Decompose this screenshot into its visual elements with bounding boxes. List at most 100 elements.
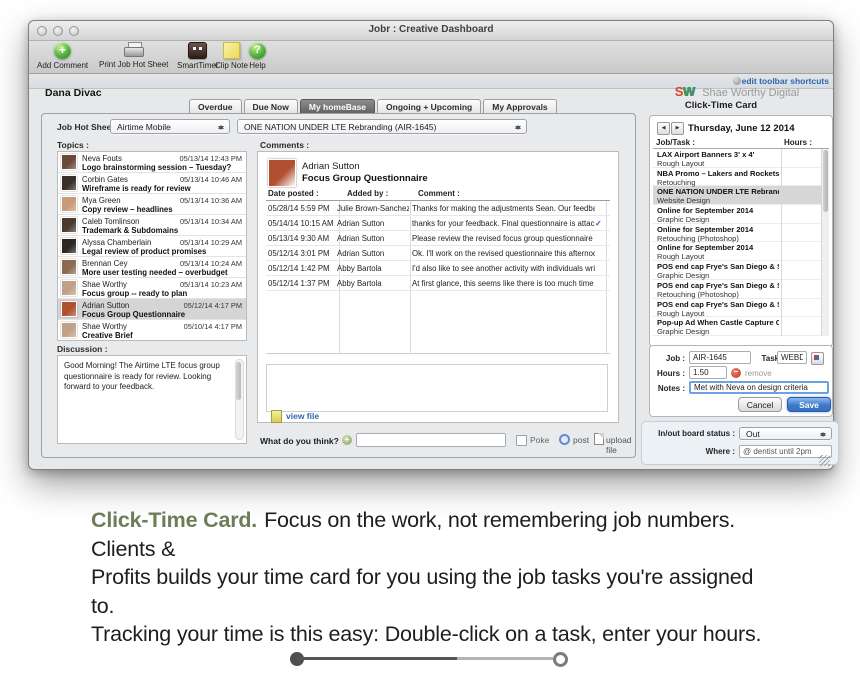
upload-file-icon[interactable]	[594, 433, 604, 445]
topic-row[interactable]: Shae Worthy05/10/14 4:17 PMCreative Brie…	[58, 320, 246, 341]
toolbar-item-print-job-hot-sheet[interactable]: Print Job Hot Sheet	[99, 42, 168, 69]
topic-row[interactable]: Caleb Tomlinson05/13/14 10:34 AMTrademar…	[58, 215, 246, 236]
job-name: Pop-up Ad When Castle Capture Game is L	[657, 318, 779, 327]
task-name: Rough Layout	[657, 159, 779, 168]
save-button[interactable]: Save	[787, 397, 831, 412]
topic-row[interactable]: Neva Fouts05/13/14 12:43 PMLogo brainsto…	[58, 152, 246, 173]
job-select[interactable]: ONE NATION UNDER LTE Rebranding (AIR-164…	[237, 119, 527, 134]
inout-status-label: In/out board status :	[642, 429, 735, 438]
topic-header: Alyssa Chamberlain05/13/14 10:29 AM	[82, 238, 242, 247]
toolbar-item-add-comment[interactable]: Add Comment	[37, 42, 88, 70]
topic-date: 05/13/14 10:29 AM	[180, 238, 242, 247]
topic-subject: Focus Group Questionnaire	[82, 310, 242, 319]
scroll-thumb[interactable]	[236, 362, 241, 400]
comment-row[interactable]: 05/13/14 9:30 AMAdrian SuttonPlease revi…	[266, 231, 610, 246]
notes-field[interactable]	[689, 381, 829, 394]
inout-status-select[interactable]: Out	[739, 427, 832, 440]
job-task-row[interactable]: Online for September 2014Rough Layout	[653, 242, 825, 261]
topic-row[interactable]: Mya Green05/13/14 10:36 AMCopy review – …	[58, 194, 246, 215]
hours-field[interactable]	[689, 366, 727, 379]
in-out-board: In/out board status : Out Where :	[641, 421, 839, 465]
comment-date: 05/12/14 1:42 PM	[266, 264, 337, 273]
remove-icon[interactable]	[731, 368, 741, 378]
scroll-thumb[interactable]	[823, 150, 828, 212]
comment-by: Julie Brown-Sanchez	[337, 204, 409, 213]
toolbar-item-help[interactable]: Help	[249, 42, 266, 70]
comment-by: Abby Bartola	[337, 279, 409, 288]
job-task-row[interactable]: POS end cap Frye's San Diego & San Marco…	[653, 280, 825, 299]
poke-checkbox[interactable]	[516, 435, 527, 446]
comment-row[interactable]: 05/28/14 5:59 PMJulie Brown-SanchezThank…	[266, 201, 610, 216]
job-task-row[interactable]: NBA Promo – Lakers and RocketsRetouching	[653, 168, 825, 187]
topic-date: 05/13/14 10:34 AM	[180, 217, 242, 226]
upload-file-label[interactable]: upload file	[606, 435, 635, 455]
task-lookup-icon[interactable]	[811, 352, 824, 365]
tab-my-approvals[interactable]: My Approvals	[483, 99, 556, 113]
company-logo-icon: SW	[675, 84, 694, 99]
job-task-row[interactable]: POS end cap Frye's San Diego & San Marco…	[653, 261, 825, 280]
topic-name: Corbin Gates	[82, 175, 128, 184]
comment-row[interactable]: 05/12/14 3:01 PMAdrian SuttonOk. I'll wo…	[266, 246, 610, 261]
topic-date: 05/13/14 10:36 AM	[180, 196, 242, 205]
tab-due-now[interactable]: Due Now	[244, 99, 298, 113]
toolbar-item-label: Clip Note	[215, 61, 248, 70]
comments-label: Comments :	[260, 140, 309, 150]
topic-row[interactable]: Corbin Gates05/13/14 10:46 AMWireframe i…	[58, 173, 246, 194]
comment-row[interactable]: 05/14/14 10:15 AMAdrian Suttonthanks for…	[266, 216, 610, 231]
post-icon[interactable]	[559, 434, 570, 445]
cancel-button[interactable]: Cancel	[738, 397, 782, 412]
client-select[interactable]: Airtime Mobile	[110, 119, 230, 134]
add-icon[interactable]	[342, 435, 352, 445]
job-list-scrollbar[interactable]	[821, 149, 829, 336]
task-name: Retouching (Photoshop)	[657, 290, 779, 299]
topic-row[interactable]: Adrian Sutton05/12/14 4:17 PMFocus Group…	[58, 299, 246, 320]
view-file-link[interactable]: view file	[286, 411, 319, 421]
job-task-row[interactable]: POS end cap Frye's San Diego & San Marco…	[653, 299, 825, 318]
tab-ongoing-upcoming[interactable]: Ongoing + Upcoming	[377, 99, 481, 113]
hours-label: Hours :	[652, 369, 685, 378]
toolbar-item-smarttimer[interactable]: SmartTimer	[177, 42, 218, 70]
job-task-row[interactable]: LAX Airport Banners 3' x 4'Rough Layout	[653, 149, 825, 168]
task-name: Website Design	[657, 196, 779, 205]
comment-row[interactable]: 05/12/14 1:37 PMAbby BartolaAt first gla…	[266, 276, 610, 291]
discussion-box[interactable]: Good Morning! The Airtime LTE focus grou…	[57, 355, 247, 444]
job-name: Online for September 2014	[657, 243, 779, 252]
resize-grip[interactable]	[819, 455, 830, 466]
remove-label[interactable]: remove	[745, 369, 772, 378]
tab-overdue[interactable]: Overdue	[189, 99, 242, 113]
avatar	[61, 280, 77, 296]
topic-row[interactable]: Shae Worthy05/13/14 10:23 AMFocus group …	[58, 278, 246, 299]
topic-subject: Logo brainstorming session – Tuesday?	[82, 163, 242, 172]
comments-panel: Adrian Sutton Focus Group Questionnaire …	[257, 151, 619, 423]
title-bar[interactable]: Jobr : Creative Dashboard	[29, 21, 833, 41]
comment-input[interactable]	[356, 433, 506, 447]
task-name: Graphic Design	[657, 215, 779, 224]
topic-header: Mya Green05/13/14 10:36 AM	[82, 196, 242, 205]
task-field[interactable]	[777, 351, 807, 364]
previous-day-button[interactable]	[657, 122, 670, 135]
job-task-row[interactable]: Online for September 2014Graphic Design	[653, 205, 825, 224]
caption-line-3: Tracking your time is this easy: Double-…	[91, 620, 771, 649]
tab-my-homebase[interactable]: My homeBase	[300, 99, 375, 113]
col-hours: Hours :	[784, 138, 812, 147]
pager-line-light	[457, 657, 553, 660]
toolbar-item-clip-note[interactable]: Clip Note	[215, 42, 248, 70]
pager-dot-open[interactable]	[553, 652, 568, 667]
attachment-preview-box	[266, 364, 608, 412]
topic-subject: Legal review of product promises	[82, 247, 242, 256]
caption-highlight: Click-Time Card.	[91, 508, 257, 532]
topic-subject: More user testing needed – overbudget	[82, 268, 242, 277]
job-task-row[interactable]: Online for September 2014Retouching (Pho…	[653, 224, 825, 243]
post-label[interactable]: post	[573, 435, 589, 445]
comment-row[interactable]: 05/12/14 1:42 PMAbby BartolaI'd also lik…	[266, 261, 610, 276]
file-icon	[271, 410, 282, 423]
topic-row[interactable]: Brennan Cey05/13/14 10:24 AMMore user te…	[58, 257, 246, 278]
job-task-row[interactable]: ONE NATION UNDER LTE RebrandingWebsite D…	[653, 186, 825, 205]
topic-row[interactable]: Alyssa Chamberlain05/13/14 10:29 AMLegal…	[58, 236, 246, 257]
next-day-button[interactable]	[671, 122, 684, 135]
job-task-row[interactable]: Pop-up Ad When Castle Capture Game is LG…	[653, 317, 825, 336]
discussion-scrollbar[interactable]	[235, 359, 244, 440]
checkmark-icon[interactable]: ✓	[595, 219, 607, 228]
avatar	[61, 301, 77, 317]
job-field[interactable]	[689, 351, 751, 364]
